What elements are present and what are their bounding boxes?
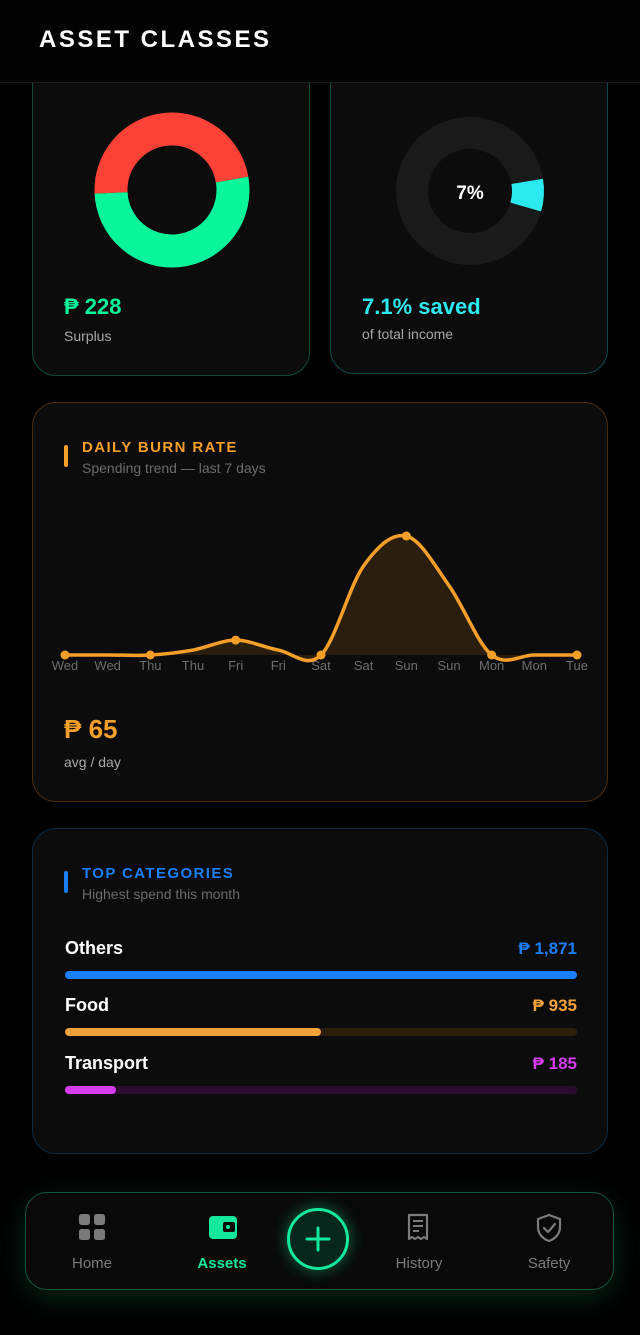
app-header: ASSET CLASSES bbox=[0, 0, 640, 83]
burn-point bbox=[401, 531, 411, 541]
x-axis-label: Tue bbox=[566, 658, 588, 673]
nav-history[interactable]: History bbox=[364, 1193, 474, 1289]
category-name: Others bbox=[65, 938, 124, 958]
nav-assets-label: Assets bbox=[197, 1255, 247, 1272]
receipt-icon bbox=[407, 1213, 429, 1241]
category-name: Food bbox=[65, 995, 109, 1015]
category-name: Transport bbox=[65, 1053, 149, 1073]
burn-avg-label: avg / day bbox=[64, 754, 121, 770]
donut-slice-0 bbox=[94, 176, 250, 268]
nav-history-label: History bbox=[395, 1255, 443, 1272]
burn-point bbox=[231, 635, 241, 645]
donut-slice-1 bbox=[510, 178, 544, 212]
category-amount: ₱ 935 bbox=[532, 996, 577, 1015]
category-fill bbox=[65, 1028, 321, 1036]
category-fill bbox=[65, 971, 577, 979]
plus-icon bbox=[305, 1226, 331, 1252]
page-title: ASSET CLASSES bbox=[39, 26, 272, 53]
burn-line bbox=[63, 533, 579, 663]
categories-title: TOP CATEGORIES bbox=[82, 865, 235, 882]
surplus-card[interactable]: ₱ 228 Surplus bbox=[32, 60, 310, 376]
burn-area bbox=[65, 535, 577, 661]
nav-home[interactable]: Home bbox=[37, 1193, 147, 1289]
savings-value: 7.1% saved bbox=[362, 294, 481, 319]
nav-safety-label: Safety bbox=[527, 1255, 571, 1272]
category-track bbox=[65, 1086, 577, 1094]
burn-avg-value: ₱ 65 bbox=[64, 714, 118, 744]
surplus-donut-chart bbox=[94, 112, 250, 268]
donut-slice-1 bbox=[94, 112, 249, 194]
shield-check-icon bbox=[536, 1213, 562, 1243]
surplus-label: Surplus bbox=[64, 328, 112, 344]
nav-assets[interactable]: Assets bbox=[167, 1193, 277, 1289]
burn-rate-card: DAILY BURN RATE Spending trend — last 7 … bbox=[32, 402, 608, 802]
burn-rate-chart bbox=[60, 531, 582, 663]
categories-accent-bar bbox=[64, 871, 68, 893]
category-amount: ₱ 185 bbox=[532, 1054, 577, 1073]
savings-card[interactable]: 7% 7.1% saved of total income bbox=[330, 60, 608, 374]
surplus-value: ₱ 228 bbox=[64, 294, 122, 319]
savings-label: of total income bbox=[362, 326, 454, 342]
category-amount: ₱ 1,871 bbox=[518, 939, 577, 958]
home-grid-icon bbox=[79, 1214, 105, 1240]
top-categories-card: TOP CATEGORIES Highest spend this month … bbox=[32, 828, 608, 1154]
category-track bbox=[65, 971, 577, 979]
nav-home-label: Home bbox=[71, 1255, 112, 1272]
savings-percent-label: 7% bbox=[456, 183, 484, 204]
category-fill bbox=[65, 1086, 117, 1094]
bottom-navigation: Home Assets History Safety bbox=[25, 1192, 614, 1290]
nav-safety[interactable]: Safety bbox=[494, 1193, 604, 1289]
savings-donut-chart: 7% bbox=[396, 117, 544, 265]
wallet-icon bbox=[209, 1216, 237, 1239]
add-button[interactable] bbox=[287, 1208, 349, 1270]
category-track bbox=[65, 1028, 577, 1036]
categories-subtitle: Highest spend this month bbox=[82, 886, 240, 902]
